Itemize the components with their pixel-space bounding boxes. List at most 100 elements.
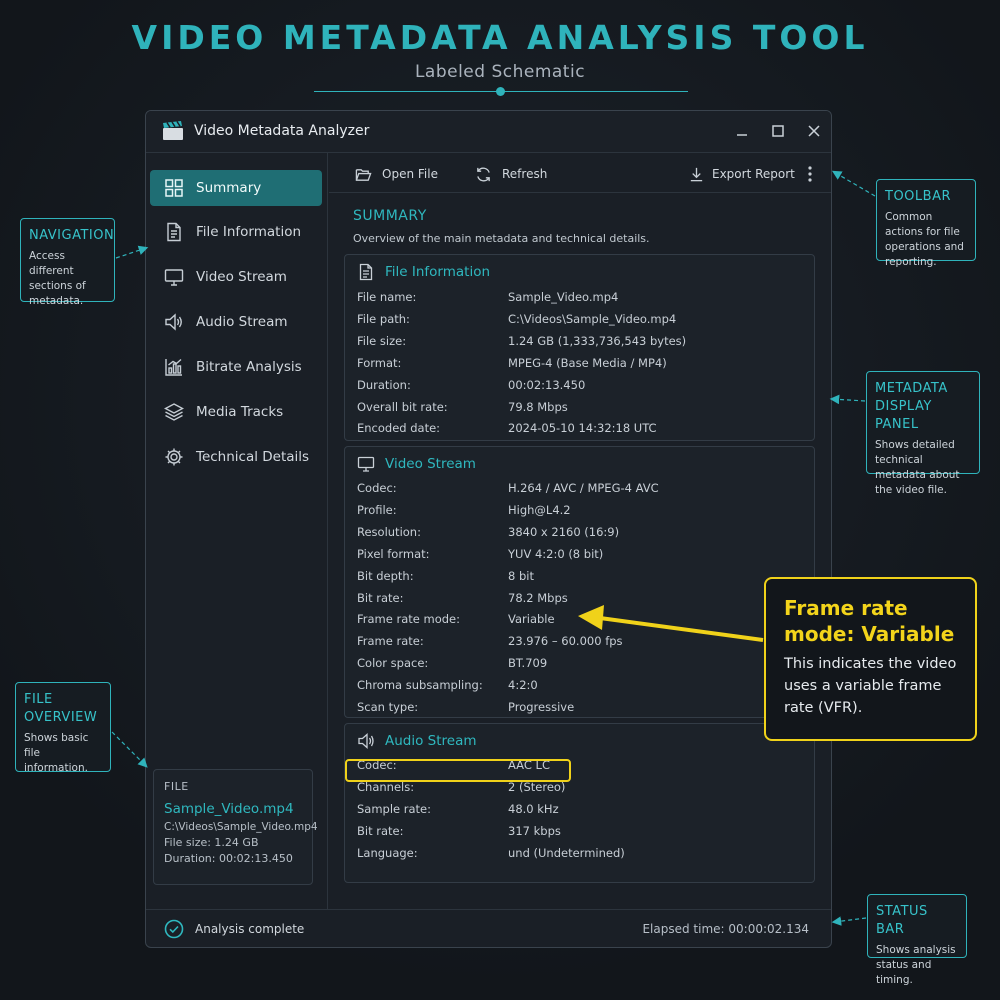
title-bar: Video Metadata Analyzer (146, 111, 831, 153)
metadata-key: Duration: (357, 377, 411, 392)
navigation-callout: NAVIGATION Access different sections of … (20, 218, 115, 307)
download-icon (690, 167, 703, 181)
file-overview-connector (111, 731, 148, 768)
sidebar-item-label: Video Stream (196, 269, 287, 285)
callout-title: Frame rate mode: Variable (784, 596, 955, 646)
speaker-icon (358, 733, 374, 749)
metadata-key: Chroma subsampling: (357, 678, 483, 693)
metadata-row: Chroma subsampling: 4:2:0 (357, 678, 797, 696)
document-icon (167, 222, 181, 242)
elapsed-time: Elapsed time: 00:00:02.134 (642, 922, 809, 936)
section-title: SUMMARY (353, 208, 427, 224)
metadata-row: Frame rate: 23.976 – 60.000 fps (357, 634, 797, 652)
metadata-key: Format: (357, 355, 402, 370)
metadata-row: Bit rate: 78.2 Mbps (357, 591, 797, 609)
file-card-heading: FILE (164, 780, 189, 793)
metadata-row: Scan type: Progressive (357, 700, 797, 718)
metadata-row: Profile: High@L4.2 (357, 503, 797, 521)
sidebar-item-audio-stream[interactable]: Audio Stream (150, 304, 322, 340)
metadata-key: Resolution: (357, 524, 421, 539)
maximize-icon[interactable] (768, 121, 788, 141)
sidebar-item-summary[interactable]: Summary (150, 170, 322, 206)
metadata-key: File size: (357, 333, 407, 348)
callout-body: This indicates the video uses a variable… (784, 656, 957, 716)
refresh-button[interactable]: Refresh (475, 164, 547, 184)
metadata-row: File path: C:\Videos\Sample_Video.mp4 (357, 312, 797, 330)
metadata-key: Encoded date: (357, 421, 441, 436)
sidebar-item-technical-details[interactable]: Technical Details (150, 439, 322, 475)
refresh-icon (477, 167, 490, 181)
layers-icon (164, 403, 184, 421)
window-title: Video Metadata Analyzer (194, 123, 370, 139)
metadata-key: Profile: (357, 502, 397, 517)
folder-open-icon (355, 168, 372, 181)
metadata-value: Sample_Video.mp4 (508, 290, 619, 304)
open-file-label: Open File (382, 167, 438, 181)
metadata-key: Scan type: (357, 700, 419, 714)
open-file-button[interactable]: Open File (355, 164, 438, 184)
metadata-panel-callout: METADATA DISPLAY PANEL Shows detailed te… (866, 371, 980, 496)
toolbar-callout: TOOLBAR Common actions for file operatio… (876, 179, 976, 268)
section-description: Overview of the main metadata and techni… (353, 232, 650, 245)
callout-title: NAVIGATION (29, 228, 115, 243)
metadata-display-panel: Open File Refresh Export Report SUMMARY … (329, 153, 831, 909)
metadata-row: Duration: 00:02:13.450 (357, 378, 797, 396)
speaker-icon (165, 313, 182, 331)
metadata-row: File size: 1.24 GB (1,333,736,543 bytes) (357, 334, 797, 352)
app-window: Video Metadata Analyzer Summary File Inf… (145, 110, 832, 948)
metadata-panel-connector (829, 394, 866, 405)
clapperboard-icon (163, 121, 183, 140)
close-icon[interactable] (804, 121, 824, 141)
export-report-button[interactable]: Export Report (688, 164, 795, 184)
sidebar-item-bitrate-analysis[interactable]: Bitrate Analysis (150, 349, 322, 385)
sidebar-item-label: Bitrate Analysis (196, 359, 302, 375)
frame-rate-callout: Frame rate mode: Variable This indicates… (764, 577, 977, 741)
status-bar: Analysis complete Elapsed time: 00:00:02… (146, 909, 831, 947)
page-title: VIDEO METADATA ANALYSIS TOOL (131, 18, 869, 57)
refresh-label: Refresh (502, 167, 548, 181)
metadata-key: File path: (357, 311, 410, 326)
file-card-size: File size: 1.24 GB (164, 836, 259, 849)
file-card-name: Sample_Video.mp4 (164, 801, 294, 817)
metadata-row: Overall bit rate: 79.8 Mbps (357, 400, 797, 418)
sidebar-item-label: Technical Details (196, 449, 310, 465)
bar-chart-icon (165, 358, 182, 376)
metadata-value: 00:02:13.450 (508, 377, 586, 392)
callout-body: Shows basic file information. (24, 732, 89, 774)
sidebar-item-label: Audio Stream (196, 314, 288, 330)
status-bar-callout: STATUS BAR Shows analysis status and tim… (867, 894, 967, 986)
metadata-value: YUV 4:2:0 (8 bit) (508, 546, 604, 561)
sidebar-item-media-tracks[interactable]: Media Tracks (150, 394, 322, 430)
metadata-value: 23.976 – 60.000 fps (508, 634, 623, 649)
document-icon (359, 263, 373, 281)
metadata-row: Pixel format: YUV 4:2:0 (8 bit) (357, 547, 797, 565)
metadata-value: Variable (508, 612, 555, 627)
sidebar-item-file-information[interactable]: File Information (150, 214, 322, 250)
metadata-key: Frame rate mode: (357, 612, 460, 627)
metadata-value: 317 kbps (508, 823, 561, 838)
panel-title: Audio Stream (385, 733, 477, 749)
sidebar-navigation: Summary File Information Video Stream Au… (146, 153, 328, 909)
audio-stream-panel: Audio Stream Codec: AAC LC Channels: 2 (Ste… (344, 723, 815, 883)
gear-icon (165, 448, 183, 466)
metadata-value: 2024-05-10 14:32:18 UTC (508, 421, 657, 436)
metadata-key: Overall bit rate: (357, 399, 448, 414)
metadata-value: H.264 / AVC / MPEG-4 AVC (508, 481, 659, 495)
sidebar-item-label: Summary (196, 180, 262, 196)
metadata-value: 79.8 Mbps (508, 399, 568, 414)
sidebar-item-label: File Information (196, 224, 302, 240)
callout-title: METADATA DISPLAY PANEL (875, 381, 948, 432)
minimize-icon[interactable] (732, 121, 752, 141)
callout-body: Access different sections of metadata. (29, 250, 86, 307)
metadata-row: Resolution: 3840 x 2160 (16:9) (357, 525, 797, 543)
more-options-icon[interactable] (803, 165, 817, 183)
metadata-row: Channels: 2 (Stereo) (357, 780, 797, 798)
sidebar-item-video-stream[interactable]: Video Stream (150, 259, 322, 295)
status-bar-connector (831, 916, 867, 926)
file-overview-callout: FILE OVERVIEW Shows basic file informati… (15, 682, 111, 774)
status-text: Analysis complete (195, 922, 305, 936)
file-information-panel: File Information File name: Sample_Video.… (344, 254, 815, 441)
file-card-path: C:\Videos\Sample_Video.mp4 (164, 821, 318, 833)
metadata-key: Codec: (357, 481, 397, 495)
grid-icon (165, 179, 183, 197)
